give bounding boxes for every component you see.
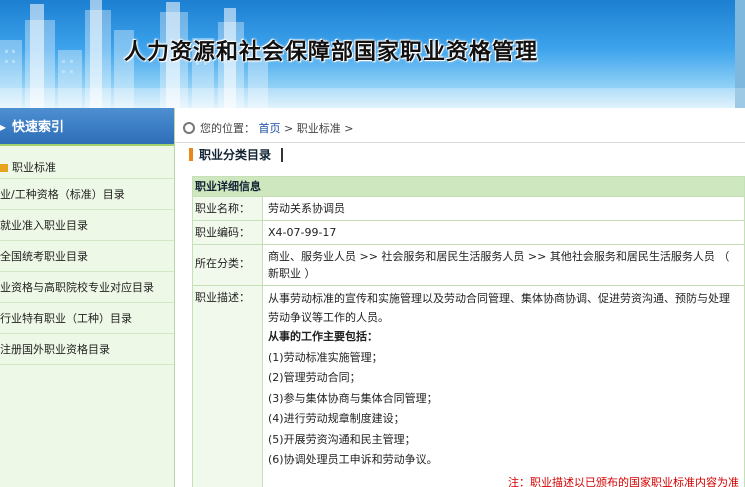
sidebar-item-label: 全国统考职业目录 — [0, 250, 88, 263]
banner-title: 人力资源和社会保障部国家职业资格管理 — [124, 40, 539, 65]
description-item: (1)劳动标准实施管理； — [268, 350, 383, 364]
breadcrumb-prefix: 您的位置： — [200, 122, 255, 135]
header-banner: 人力资源和社会保障部国家职业资格管理 — [0, 0, 745, 108]
breadcrumb-current[interactable]: 职业标准 — [297, 122, 341, 135]
sidebar-item-label: 业资格与高职院校专业对应目录 — [0, 281, 154, 294]
breadcrumb-home-link[interactable]: 首页 — [259, 122, 281, 135]
sidebar-item-access-catalog[interactable]: 就业准入职业目录 — [0, 210, 174, 241]
sidebar-item-label: 业/工种资格（标准）目录 — [0, 188, 125, 201]
sidebar-item-label: 行业特有职业（工种）目录 — [0, 312, 132, 325]
description-item: (6)协调处理员工申诉和劳动争议。 — [268, 453, 438, 466]
description-item: (5)开展劳资沟通和民主管理； — [268, 432, 416, 446]
occupation-detail-table: 职业详细信息 职业名称： 劳动关系协调员 职业编码： X4-07-99-17 所… — [192, 176, 745, 487]
bullet-icon — [0, 164, 8, 172]
code-label: 职业编码： — [192, 220, 263, 245]
table-header: 职业详细信息 — [192, 176, 745, 197]
table-header-row: 职业详细信息 — [192, 176, 745, 197]
sidebar-header: ▸ 快速索引 — [0, 108, 174, 146]
sidebar-item-national-exam-catalog[interactable]: 全国统考职业目录 — [0, 241, 174, 272]
category-value: 商业、服务业人员 >> 社会服务和居民生活服务人员 >> 其他社会服务和居民生活… — [262, 244, 745, 286]
cursor-bar — [281, 148, 284, 162]
code-value: X4-07-99-17 — [262, 220, 745, 245]
name-value: 劳动关系协调员 — [262, 196, 745, 221]
description-intro: 从事劳动标准的宣传和实施管理以及劳动合同管理、集体协商协调、促进劳资沟通、预防与… — [268, 292, 730, 324]
sidebar-item-label: 注册国外职业资格目录 — [0, 343, 110, 356]
sidebar-menu: 职业标准 业/工种资格（标准）目录 就业准入职业目录 全国统考职业目录 业资格与… — [0, 146, 174, 365]
play-arrow-icon: ▸ — [0, 120, 7, 134]
sidebar-item-label: 就业准入职业目录 — [0, 219, 88, 232]
location-icon — [183, 122, 195, 134]
description-label: 职业描述： — [192, 285, 263, 487]
section-title: 职业分类目录 — [189, 146, 284, 163]
description-item: (2)管理劳动合同； — [268, 371, 361, 384]
description-item: (3)参与集体协商与集体合同管理； — [268, 391, 438, 405]
table-row: 职业编码： X4-07-99-17 — [192, 220, 745, 245]
section-title-text: 职业分类目录 — [199, 148, 272, 162]
breadcrumb-separator: > — [344, 122, 354, 135]
section-marker-icon — [189, 148, 193, 161]
sidebar-item-foreign-catalog[interactable]: 注册国外职业资格目录 — [0, 334, 174, 365]
sidebar-item-occupation-standard[interactable]: 职业标准 — [0, 146, 174, 179]
description-subtitle: 从事的工作主要包括： — [268, 330, 378, 343]
sidebar: ▸ 快速索引 职业标准 业/工种资格（标准）目录 就业准入职业目录 全国统考职业目… — [0, 108, 175, 487]
description-value: 从事劳动标准的宣传和实施管理以及劳动合同管理、集体协商协调、促进劳资沟通、预防与… — [262, 285, 745, 487]
breadcrumb-divider — [175, 142, 745, 143]
sidebar-item-qualification-catalog[interactable]: 业/工种资格（标准）目录 — [0, 179, 174, 210]
main-content: 您的位置： 首页 > 职业标准 > 职业分类目录 职业详细信息 职业名称： 劳动… — [175, 108, 745, 487]
sidebar-item-label: 职业标准 — [12, 161, 56, 174]
breadcrumb-separator: > — [284, 122, 294, 135]
sidebar-item-industry-catalog[interactable]: 行业特有职业（工种）目录 — [0, 303, 174, 334]
table-row: 所在分类： 商业、服务业人员 >> 社会服务和居民生活服务人员 >> 其他社会服… — [192, 244, 745, 286]
description-note: 注：职业描述以已颁布的国家职业标准内容为准 — [508, 475, 739, 487]
breadcrumb: 您的位置： 首页 > 职业标准 > — [183, 120, 353, 136]
name-label: 职业名称： — [192, 196, 263, 221]
table-row: 职业描述： 从事劳动标准的宣传和实施管理以及劳动合同管理、集体协商协调、促进劳资… — [192, 285, 745, 487]
table-row: 职业名称： 劳动关系协调员 — [192, 196, 745, 221]
description-item: (4)进行劳动规章制度建设； — [268, 412, 405, 425]
sidebar-header-label: 快速索引 — [12, 120, 65, 135]
sidebar-item-college-major-catalog[interactable]: 业资格与高职院校专业对应目录 — [0, 272, 174, 303]
category-label: 所在分类： — [192, 244, 263, 286]
